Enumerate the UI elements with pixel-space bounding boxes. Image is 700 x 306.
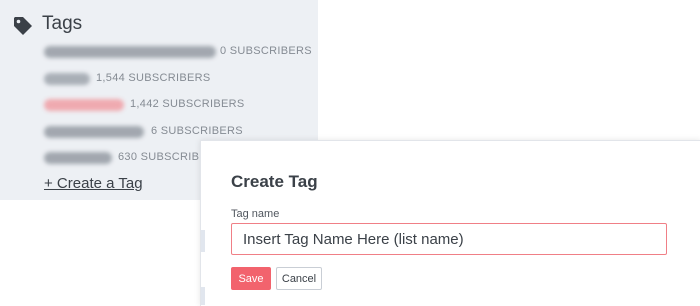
modal-title: Create Tag <box>231 172 318 191</box>
tags-heading: Tags <box>42 13 83 34</box>
tag-name-redacted <box>44 126 144 138</box>
save-button[interactable]: Save <box>231 267 271 290</box>
tag-subscriber-count: 1,544 SUBSCRIBERS <box>96 72 211 84</box>
tag-name-redacted <box>44 46 216 58</box>
cancel-button[interactable]: Cancel <box>276 267 322 290</box>
tag-list-item[interactable]: 1,544 SUBSCRIBERS <box>0 71 318 89</box>
tag-name-input[interactable] <box>231 223 667 255</box>
tag-name-redacted <box>44 99 124 111</box>
create-tag-link[interactable]: + Create a Tag <box>44 175 143 192</box>
modal-edge-strip <box>201 230 205 252</box>
create-tag-modal: Create Tag Tag name Save Cancel <box>200 140 700 306</box>
tag-icon <box>14 17 32 35</box>
modal-edge-strip <box>201 287 205 305</box>
tag-list-item[interactable]: 1,442 SUBSCRIBERS <box>0 97 318 115</box>
tag-name-redacted <box>44 73 90 85</box>
tag-subscriber-count: 0 SUBSCRIBERS <box>220 45 312 57</box>
tag-name-redacted <box>44 152 112 164</box>
tag-subscriber-count: 1,442 SUBSCRIBERS <box>130 98 245 110</box>
tag-subscriber-count: 6 SUBSCRIBERS <box>151 125 243 137</box>
tag-name-label: Tag name <box>231 208 280 220</box>
tag-list-item[interactable]: 0 SUBSCRIBERS <box>0 44 318 62</box>
